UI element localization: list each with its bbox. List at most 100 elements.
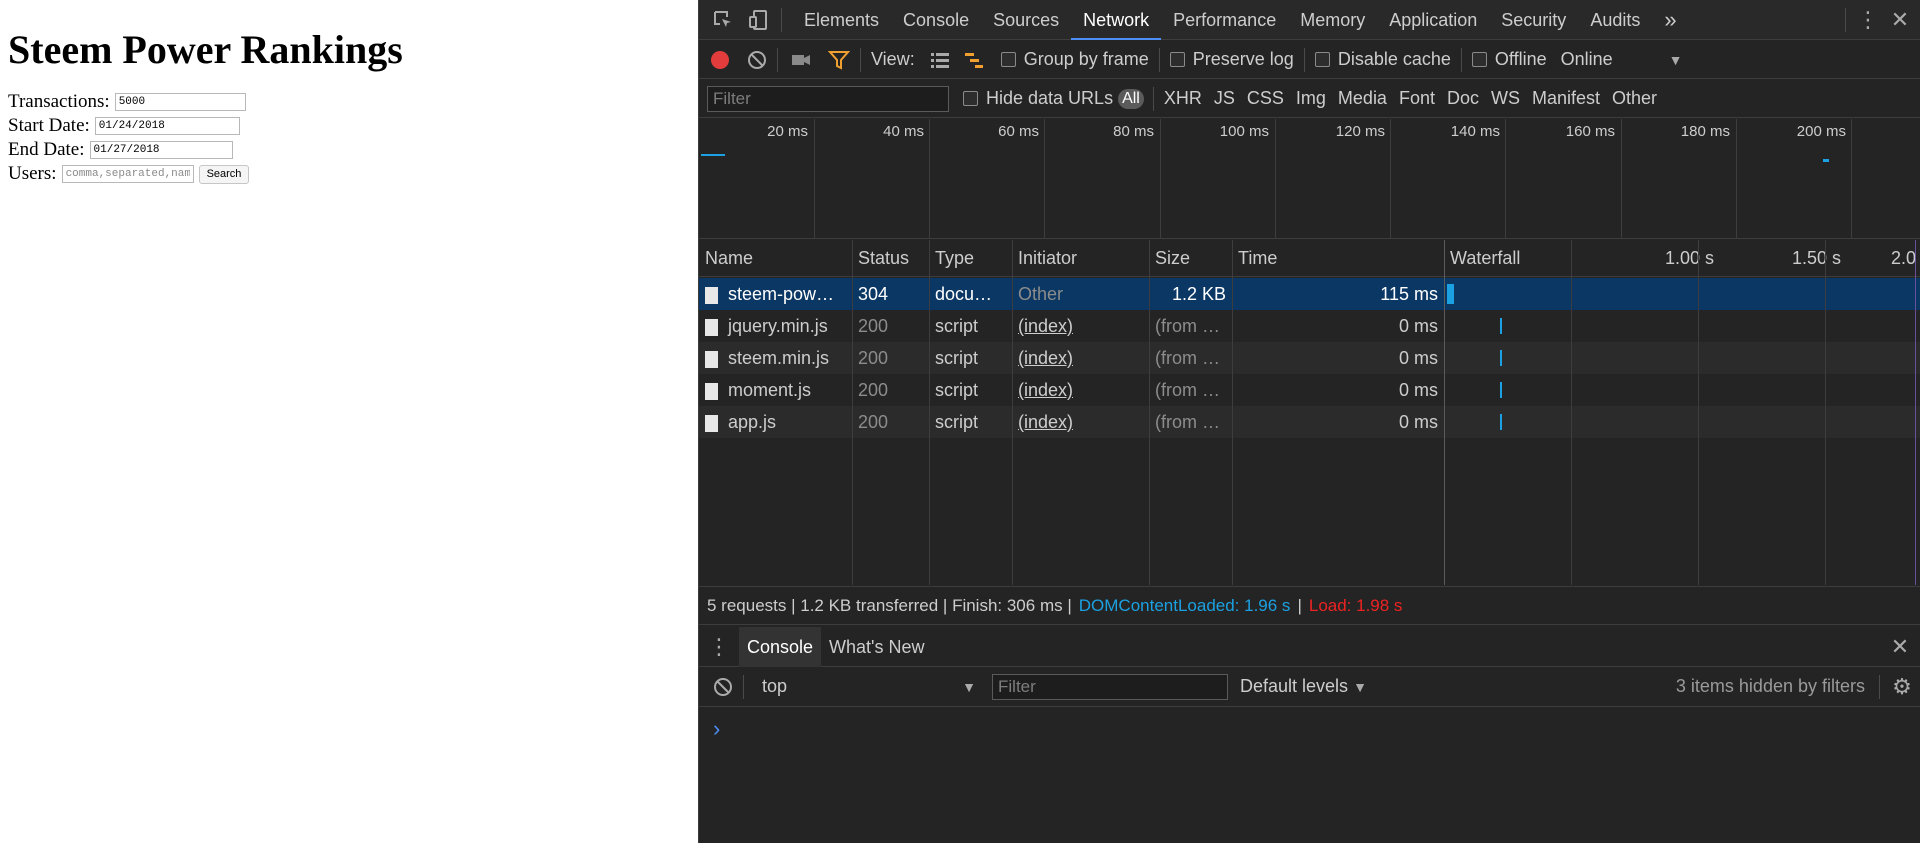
table-row[interactable]: app.js 200 script (index) (from … 0 ms — [699, 406, 1920, 438]
list-view-icon[interactable] — [929, 49, 951, 71]
type-filter-font[interactable]: Font — [1393, 88, 1441, 109]
request-initiator-link[interactable]: (index) — [1012, 374, 1149, 406]
request-initiator-link[interactable]: (index) — [1012, 310, 1149, 342]
console-filter-input[interactable] — [992, 673, 1228, 700]
type-filter-ws[interactable]: WS — [1485, 88, 1526, 109]
column-header-time[interactable]: Time — [1232, 240, 1444, 277]
inspect-element-icon[interactable] — [711, 8, 735, 32]
tab-elements[interactable]: Elements — [792, 0, 891, 40]
table-row[interactable]: jquery.min.js 200 script (index) (from …… — [699, 310, 1920, 342]
tab-application[interactable]: Application — [1377, 0, 1489, 40]
tab-audits[interactable]: Audits — [1578, 0, 1652, 40]
table-row[interactable]: moment.js 200 script (index) (from … 0 m… — [699, 374, 1920, 406]
load-event-line — [1915, 240, 1916, 585]
type-filter-js[interactable]: JS — [1208, 88, 1241, 109]
tab-memory[interactable]: Memory — [1288, 0, 1377, 40]
gear-icon[interactable]: ⚙ — [1884, 674, 1920, 700]
overview-tick: 200 ms — [1796, 123, 1846, 140]
start-date-input[interactable] — [94, 117, 240, 135]
drawer-close-icon[interactable]: ✕ — [1880, 634, 1920, 660]
network-filter-input[interactable] — [707, 85, 949, 112]
request-name[interactable]: app.js — [699, 406, 852, 438]
type-filter-xhr[interactable]: XHR — [1158, 88, 1208, 109]
document-icon — [705, 382, 718, 400]
request-initiator-link[interactable]: (index) — [1012, 406, 1149, 438]
preserve-log-label: Preserve log — [1192, 49, 1294, 69]
column-header-size[interactable]: Size — [1149, 240, 1232, 277]
chevron-down-icon[interactable]: ▼ — [1669, 52, 1683, 68]
clear-console-icon[interactable] — [713, 677, 733, 697]
separator — [860, 47, 861, 72]
request-name[interactable]: moment.js — [699, 374, 852, 406]
preserve-log-checkbox[interactable] — [1169, 52, 1185, 67]
offline-label: Offline — [1494, 49, 1547, 69]
request-time: 115 ms — [1380, 284, 1438, 304]
type-filter-css[interactable]: CSS — [1241, 88, 1290, 109]
console-prompt-icon[interactable]: › — [713, 716, 720, 742]
log-levels-select[interactable]: Default levels ▼ — [1240, 676, 1367, 697]
request-name[interactable]: steem-pow… — [699, 278, 852, 310]
disable-cache-label: Disable cache — [1337, 49, 1451, 69]
transactions-input[interactable] — [114, 93, 246, 111]
transactions-label: Transactions: — [8, 91, 110, 112]
disable-cache-checkbox[interactable] — [1314, 52, 1330, 67]
request-initiator-link[interactable]: (index) — [1012, 342, 1149, 374]
waterfall-view-icon[interactable] — [963, 49, 985, 71]
tab-sources[interactable]: Sources — [981, 0, 1071, 40]
column-header-name[interactable]: Name — [699, 240, 852, 277]
type-filter-other[interactable]: Other — [1606, 88, 1663, 109]
group-by-frame-checkbox[interactable] — [1000, 52, 1016, 67]
capture-screenshots-icon[interactable] — [790, 49, 812, 71]
record-icon[interactable] — [711, 50, 729, 69]
drawer-tab-whats-new[interactable]: What's New — [821, 627, 932, 667]
type-filter-media[interactable]: Media — [1332, 88, 1393, 109]
more-tabs-icon[interactable]: » — [1652, 0, 1688, 40]
tab-console[interactable]: Console — [891, 0, 981, 40]
table-row[interactable]: steem.min.js 200 script (index) (from … … — [699, 342, 1920, 374]
hide-data-urls-checkbox[interactable] — [963, 91, 978, 106]
group-by-frame-label: Group by frame — [1023, 49, 1149, 69]
drawer-menu-icon[interactable]: ⋮ — [699, 634, 739, 660]
request-name[interactable]: jquery.min.js — [699, 310, 852, 342]
close-icon[interactable]: ✕ — [1880, 7, 1920, 33]
offline-checkbox[interactable] — [1471, 52, 1487, 67]
users-input[interactable] — [61, 165, 194, 183]
drawer-tab-console[interactable]: Console — [739, 626, 822, 667]
throttling-select[interactable]: Online — [1561, 49, 1613, 70]
separator — [1460, 47, 1462, 72]
tab-performance[interactable]: Performance — [1161, 0, 1288, 40]
table-row[interactable]: steem-pow… 304 docu… Other 1.2 KB 115 ms — [699, 278, 1920, 310]
column-header-type[interactable]: Type — [929, 240, 1012, 277]
request-initiator: Other — [1018, 284, 1064, 304]
request-time: 0 ms — [1398, 316, 1438, 336]
column-header-initiator[interactable]: Initiator — [1012, 240, 1149, 277]
document-icon — [705, 414, 718, 432]
end-date-input[interactable] — [89, 141, 233, 159]
waterfall-bar — [1500, 382, 1502, 398]
tab-security[interactable]: Security — [1489, 0, 1578, 40]
tab-network[interactable]: Network — [1071, 0, 1162, 40]
type-filter-manifest[interactable]: Manifest — [1526, 88, 1606, 109]
request-status: 200 — [858, 316, 889, 336]
type-filter-doc[interactable]: Doc — [1441, 88, 1485, 109]
waterfall-tick: 1.50 s — [1771, 240, 1841, 277]
kebab-menu-icon[interactable]: ⋮ — [1856, 7, 1880, 33]
load-time: Load: 1.98 s — [1308, 595, 1403, 615]
type-filter-all[interactable]: All — [1118, 88, 1144, 109]
device-toolbar-icon[interactable] — [747, 8, 771, 32]
column-header-status[interactable]: Status — [852, 240, 929, 277]
clear-icon[interactable] — [747, 50, 767, 70]
request-type: script — [935, 380, 979, 400]
requests-table: Name Status Type Initiator Size Time Wat… — [699, 240, 1920, 585]
document-icon — [705, 286, 718, 304]
filter-funnel-icon[interactable] — [828, 49, 850, 71]
network-overview[interactable]: 20 ms 40 ms 60 ms 80 ms 100 ms 120 ms 14… — [699, 119, 1920, 239]
request-name[interactable]: steem.min.js — [699, 342, 852, 374]
end-date-row: End Date: — [8, 138, 690, 162]
type-filter-img[interactable]: Img — [1290, 88, 1332, 109]
context-select[interactable]: top ▼ — [754, 673, 984, 701]
overview-request-bar — [701, 154, 725, 156]
search-button[interactable]: Search — [198, 164, 250, 184]
request-size: (from … — [1155, 316, 1220, 336]
request-size: 1.2 KB — [1171, 284, 1226, 304]
